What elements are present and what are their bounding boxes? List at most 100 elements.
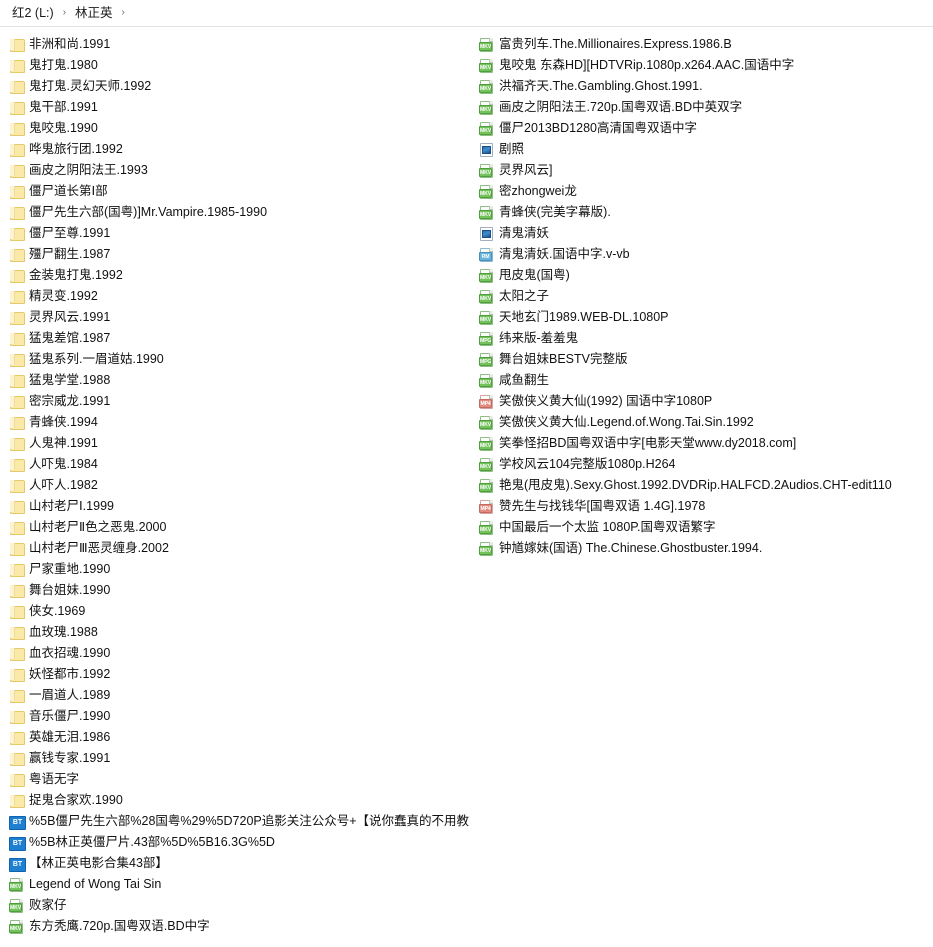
folder-icon	[8, 498, 25, 515]
file-type-tag: MPG	[479, 357, 492, 366]
file-name-label: 富贵列车.The.Millionaires.Express.1986.B	[499, 37, 732, 51]
file-list-item[interactable]: 剧照	[478, 139, 933, 160]
file-list-item[interactable]: 血衣招魂.1990	[8, 643, 478, 664]
file-list-item[interactable]: MKV 笑傲侠义黄大仙.Legend.of.Wong.Tai.Sin.1992	[478, 412, 933, 433]
file-type-tag: MPG	[479, 336, 492, 345]
file-list-item[interactable]: MP4 笑傲侠义黄大仙(1992) 国语中字1080P	[478, 391, 933, 412]
file-list-item[interactable]: 鬼咬鬼.1990	[8, 118, 478, 139]
file-list-item[interactable]: MKV 笑拳怪招BD国粤双语中字[电影天堂www.dy2018.com]	[478, 433, 933, 454]
mkv-file-icon: MKV	[478, 414, 495, 431]
folder-icon	[8, 246, 25, 263]
file-list-item[interactable]: MKV 洪福齐天.The.Gambling.Ghost.1991.	[478, 76, 933, 97]
file-list-item[interactable]: 舞台姐妹.1990	[8, 580, 478, 601]
mp4-file-icon: MP4	[478, 498, 495, 515]
file-list-item[interactable]: MKV 僵尸2013BD1280高清国粤双语中字	[478, 118, 933, 139]
file-type-tag: MKV	[479, 378, 492, 387]
breadcrumb-item-folder[interactable]: 林正英	[71, 4, 117, 22]
file-list-item[interactable]: %5B僵尸先生六部%28国粤%29%5D720P追影关注公众号+【说你蠢真的不用…	[8, 811, 478, 832]
file-list-item[interactable]: MKV 钟馗嫁妹(国语) The.Chinese.Ghostbuster.1994…	[478, 538, 933, 559]
file-list-item[interactable]: 英雄无泪.1986	[8, 727, 478, 748]
file-list-item[interactable]: 山村老尸Ⅱ色之恶鬼.2000	[8, 517, 478, 538]
file-list-item[interactable]: 赢钱专家.1991	[8, 748, 478, 769]
file-name-label: 咸鱼翻生	[499, 373, 550, 387]
file-name-label: 精灵变.1992	[29, 289, 98, 303]
file-list-item[interactable]: 山村老尸Ⅲ恶灵缠身.2002	[8, 538, 478, 559]
file-list-item[interactable]: MPG 纬来版-羞羞鬼	[478, 328, 933, 349]
folder-icon	[8, 750, 25, 767]
file-list-item[interactable]: 尸家重地.1990	[8, 559, 478, 580]
file-list-item[interactable]: MPG 舞台姐妹BESTV完整版	[478, 349, 933, 370]
mkv-file-icon: MKV	[478, 57, 495, 74]
file-type-tag: MKV	[479, 483, 492, 492]
file-list-item[interactable]: 人吓人.1982	[8, 475, 478, 496]
file-list-item[interactable]: 捉鬼合家欢.1990	[8, 790, 478, 811]
file-list-item[interactable]: MKV 中国最后一个太监 1080P.国粤双语繁字	[478, 517, 933, 538]
file-list-item[interactable]: 鬼干部.1991	[8, 97, 478, 118]
file-type-tag: MKV	[479, 546, 492, 555]
file-list-item[interactable]: 山村老尸Ⅰ.1999	[8, 496, 478, 517]
file-list-item[interactable]: MKV 艳鬼(甩皮鬼).Sexy.Ghost.1992.DVDRip.HALFCD…	[478, 475, 933, 496]
file-list-item[interactable]: 妖怪都市.1992	[8, 664, 478, 685]
file-list-item[interactable]: 血玫瑰.1988	[8, 622, 478, 643]
mkv-file-icon: MKV	[478, 519, 495, 536]
file-name-label: 赢钱专家.1991	[29, 751, 111, 765]
file-type-tag: MKV	[479, 441, 492, 450]
file-list-item[interactable]: 【林正英电影合集43部】	[8, 853, 478, 874]
file-list-item[interactable]: MKV 天地玄门1989.WEB-DL.1080P	[478, 307, 933, 328]
file-list-item[interactable]: 猛鬼学堂.1988	[8, 370, 478, 391]
file-list-item[interactable]: MKV 密zhongwei龙	[478, 181, 933, 202]
file-list-item[interactable]: MKV Legend of Wong Tai Sin	[8, 874, 478, 895]
file-list-item[interactable]: 殭尸翻生.1987	[8, 244, 478, 265]
file-list-item[interactable]: MKV 学校风云104完整版1080p.H264	[478, 454, 933, 475]
file-type-tag: MKV	[479, 525, 492, 534]
file-list-item[interactable]: MKV 画皮之阴阳法王.720p.国粤双语.BD中英双字	[478, 97, 933, 118]
file-list-item[interactable]: MKV 富贵列车.The.Millionaires.Express.1986.B	[478, 34, 933, 55]
file-list-item[interactable]: 僵尸道长第Ⅰ部	[8, 181, 478, 202]
file-list-item[interactable]: MKV 甩皮鬼(国粤)	[478, 265, 933, 286]
file-list-item[interactable]: 精灵变.1992	[8, 286, 478, 307]
file-list-item[interactable]: MKV 灵界风云]	[478, 160, 933, 181]
file-list-item[interactable]: 青蜂侠.1994	[8, 412, 478, 433]
breadcrumb[interactable]: 红2 (L:) › 林正英 ›	[0, 0, 933, 27]
file-type-tag: RM	[479, 252, 492, 261]
file-list-item[interactable]: 鬼打鬼.1980	[8, 55, 478, 76]
file-list-item[interactable]: 密宗威龙.1991	[8, 391, 478, 412]
file-list-item[interactable]: 金装鬼打鬼.1992	[8, 265, 478, 286]
file-list-item[interactable]: MKV 东方秃鹰.720p.国粤双语.BD中字	[8, 916, 478, 937]
file-list-item[interactable]: 清鬼清妖	[478, 223, 933, 244]
file-list-item[interactable]: MKV 败家仔	[8, 895, 478, 916]
file-list-item[interactable]: 人鬼神.1991	[8, 433, 478, 454]
file-list-item[interactable]: 猛鬼差馆.1987	[8, 328, 478, 349]
file-list-item[interactable]: 哗鬼旅行团.1992	[8, 139, 478, 160]
file-list-item[interactable]: 画皮之阴阳法王.1993	[8, 160, 478, 181]
file-list-item[interactable]: 侠女.1969	[8, 601, 478, 622]
file-list-item[interactable]: MKV 青蜂侠(完美字幕版).	[478, 202, 933, 223]
file-list-item[interactable]: 人吓鬼.1984	[8, 454, 478, 475]
file-name-label: 画皮之阴阳法王.1993	[29, 163, 148, 177]
file-list-item[interactable]: MP4 赞先生与找钱华[国粤双语 1.4G].1978	[478, 496, 933, 517]
file-list-item[interactable]: 鬼打鬼.灵幻天师.1992	[8, 76, 478, 97]
file-name-label: 僵尸道长第Ⅰ部	[29, 184, 108, 198]
file-list-item[interactable]: 猛鬼系列.一眉道姑.1990	[8, 349, 478, 370]
file-list-item[interactable]: MKV 太阳之子	[478, 286, 933, 307]
file-list-item[interactable]: RM 清鬼清妖.国语中字.v-vb	[478, 244, 933, 265]
breadcrumb-item-drive[interactable]: 红2 (L:)	[8, 4, 58, 22]
torrent-file-icon	[8, 855, 26, 872]
file-list-item[interactable]: 音乐僵尸.1990	[8, 706, 478, 727]
file-list-item[interactable]: MKV 鬼咬鬼 东森HD][HDTVRip.1080p.x264.AAC.国语中字	[478, 55, 933, 76]
file-type-tag: MKV	[479, 105, 492, 114]
torrent-file-icon	[8, 834, 26, 851]
file-list-item[interactable]: 僵尸至尊.1991	[8, 223, 478, 244]
file-name-label: 密宗威龙.1991	[29, 394, 111, 408]
file-list-item[interactable]: 僵尸先生六部(国粤)]Mr.Vampire.1985-1990	[8, 202, 478, 223]
folder-icon	[8, 435, 25, 452]
file-name-label: 笑傲侠义黄大仙.Legend.of.Wong.Tai.Sin.1992	[499, 415, 754, 429]
file-list-item[interactable]: 一眉道人.1989	[8, 685, 478, 706]
folder-icon	[8, 477, 25, 494]
file-list-item[interactable]: %5B林正英僵尸片.43部%5D%5B16.3G%5D	[8, 832, 478, 853]
file-list-item[interactable]: 粤语无字	[8, 769, 478, 790]
file-list-item[interactable]: 灵界风云.1991	[8, 307, 478, 328]
file-name-label: %5B林正英僵尸片.43部%5D%5B16.3G%5D	[29, 835, 275, 849]
file-list-item[interactable]: MKV 咸鱼翻生	[478, 370, 933, 391]
file-list-item[interactable]: 非洲和尚.1991	[8, 34, 478, 55]
